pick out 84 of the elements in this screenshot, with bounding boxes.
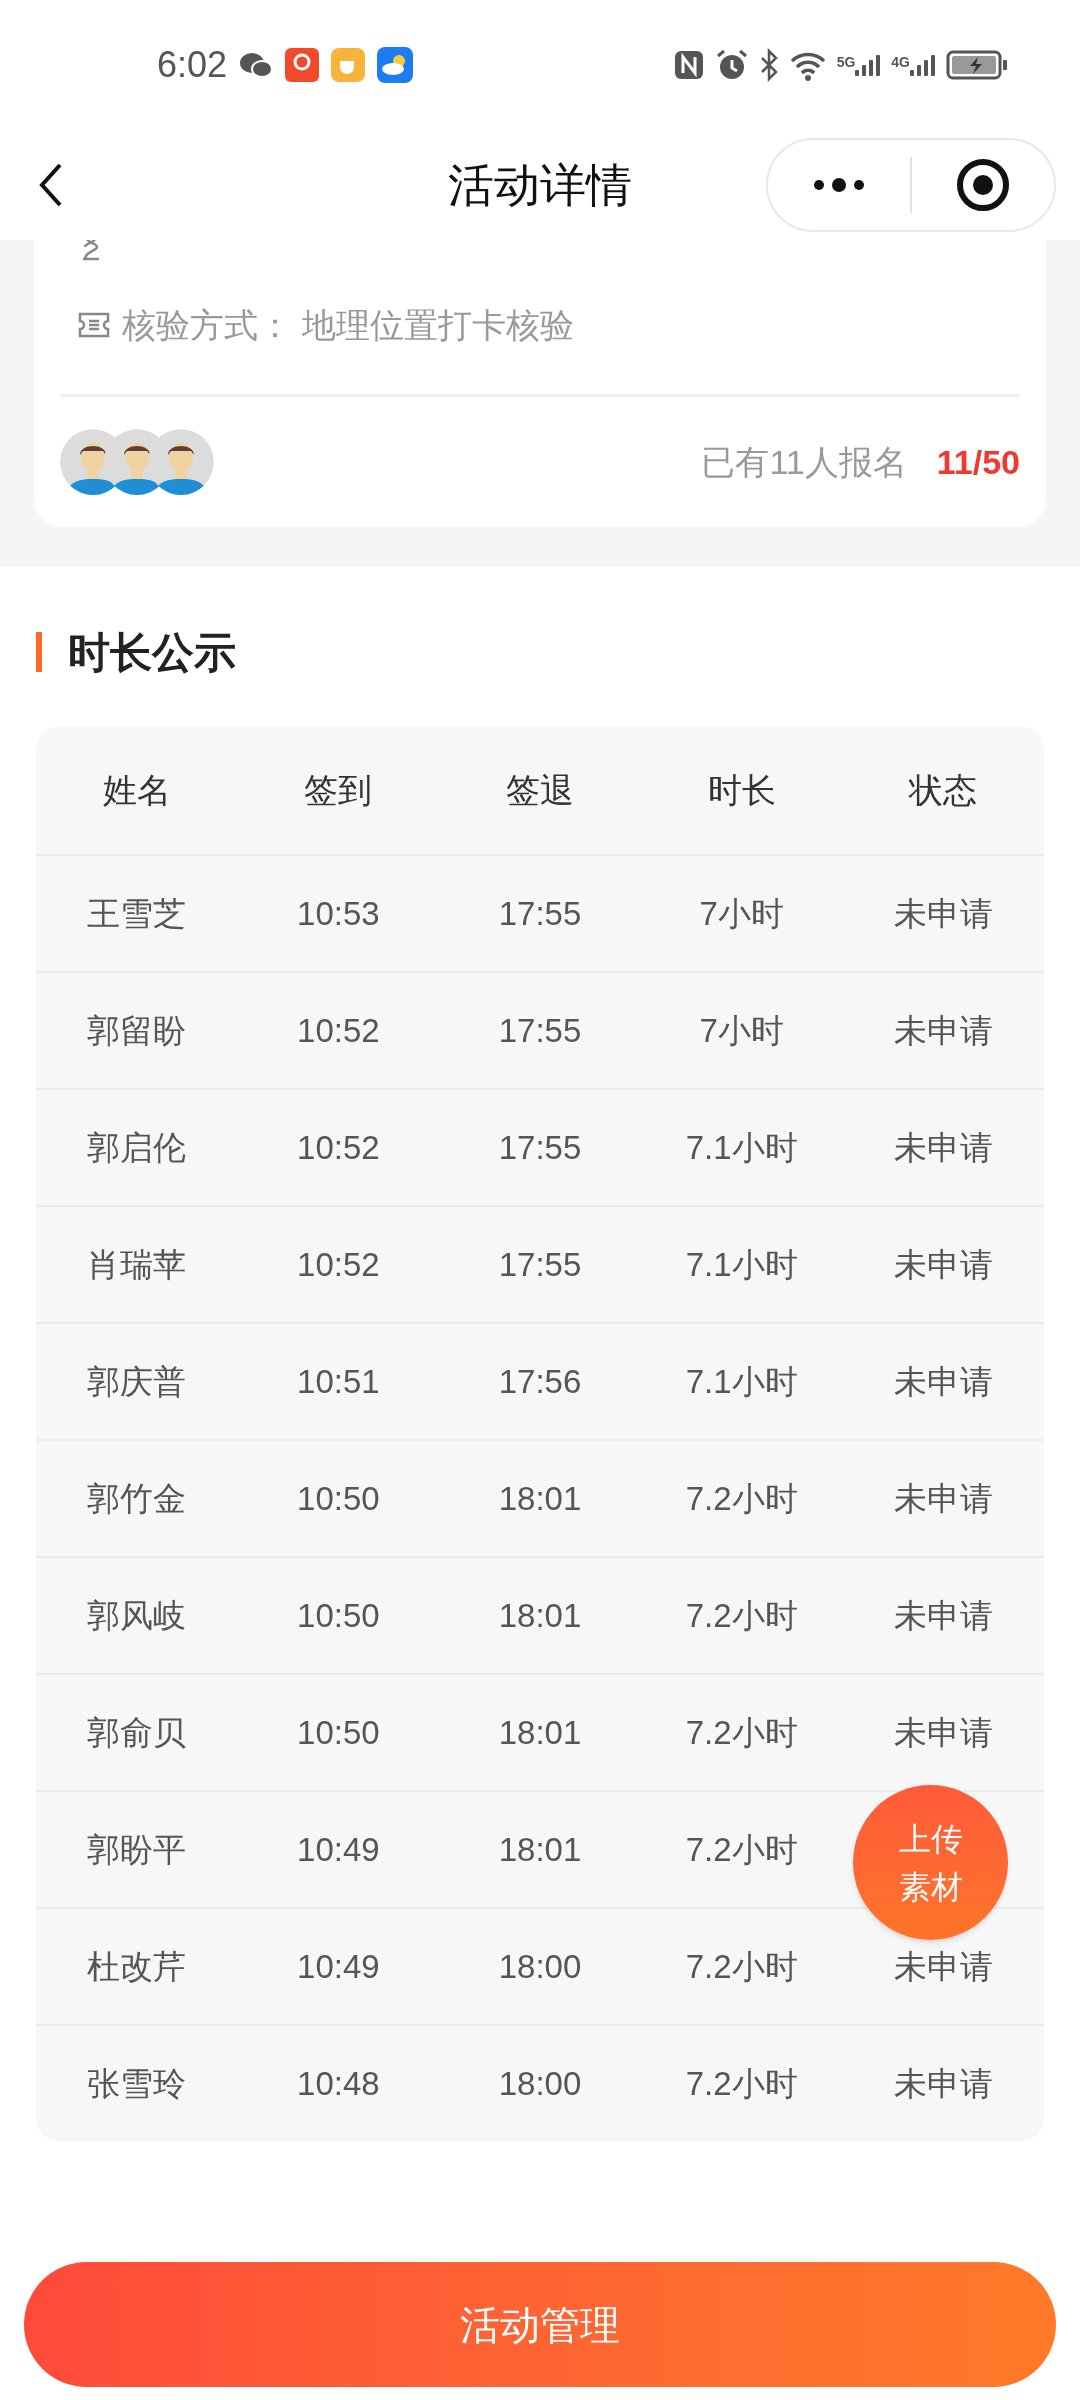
table-cell-text: 郭俞贝	[86, 1712, 188, 1753]
section-marker	[36, 632, 42, 672]
table-cell-text: 17:55	[497, 893, 583, 934]
table-cell-text: 未申请	[892, 1244, 994, 1285]
table-cell-text: 10:50	[296, 1712, 381, 1753]
network-label: 5G	[836, 53, 856, 72]
table-cell-text: 未申请	[892, 893, 994, 934]
signup-count: 11/50	[936, 441, 1020, 483]
activity-manage-button[interactable]: 活动管理	[24, 2262, 1056, 2387]
table-cell-text: 未申请	[892, 1712, 994, 1753]
column-header: 时长	[706, 770, 777, 811]
table-cell-text: 未申请	[892, 2063, 994, 2104]
column-header: 姓名	[101, 770, 172, 811]
table-cell-text: 郭留盼	[86, 1010, 188, 1051]
more-icon[interactable]	[811, 177, 867, 193]
alarm-icon	[714, 48, 749, 82]
table-cell-text: 18:00	[497, 2063, 583, 2104]
table-cell-text: 17:55	[497, 1127, 583, 1168]
signal-icon	[910, 52, 936, 78]
weather-icon	[377, 47, 414, 83]
signal-icon	[855, 52, 882, 78]
table-cell-text: 18:01	[497, 1712, 583, 1753]
table-cell-text: 10:52	[296, 1244, 381, 1285]
app-icon	[285, 48, 320, 82]
info-value: 地理位置打卡核验	[302, 304, 574, 346]
table-cell-text: 未申请	[892, 1010, 994, 1051]
table-cell-text: 郭启伦	[86, 1127, 188, 1168]
table-cell-text: 7.1小时	[684, 1361, 799, 1402]
table-cell-text: 17:55	[497, 1244, 583, 1285]
table-cell-text: 郭风岐	[86, 1595, 188, 1636]
battery-icon	[946, 49, 1008, 81]
table-cell-text: 10:48	[296, 2063, 381, 2104]
status-time: 6:02	[157, 43, 228, 87]
table-cell-text: 未申请	[892, 1127, 994, 1168]
table-cell-text: 7小时	[698, 893, 785, 934]
table-cell-text: 7.2小时	[684, 1712, 799, 1753]
table-cell-text: 7小时	[698, 1010, 785, 1051]
table-cell-text: 7.1小时	[684, 1244, 799, 1285]
table-cell-text: 10:50	[296, 1478, 381, 1519]
table-cell-text: 10:52	[296, 1010, 381, 1051]
table-cell-text: 王雪芝	[86, 893, 188, 934]
table-cell-text: 7.2小时	[684, 1478, 799, 1519]
table-cell-text: 7.2小时	[684, 1829, 799, 1870]
table-cell-text: 肖瑞苹	[86, 1244, 188, 1285]
table-cell-text: 张雪玲	[86, 2063, 188, 2104]
table-cell-text: 10:49	[296, 1946, 381, 1987]
column-header: 签退	[505, 770, 575, 811]
table-cell-text: 7.2小时	[684, 2063, 799, 2104]
table-cell-text: 未申请	[892, 1361, 994, 1402]
table-cell-text: 7.2小时	[684, 1946, 799, 1987]
table-cell-text: 18:01	[497, 1829, 583, 1870]
table-cell-text: 17:55	[497, 1010, 583, 1051]
column-header: 签到	[303, 770, 374, 811]
table-cell-text: 未申请	[892, 1478, 994, 1519]
signup-text: 已有11人报名	[701, 441, 907, 483]
table-cell-text: 17:56	[497, 1361, 583, 1402]
capsule-menu[interactable]	[766, 138, 1056, 232]
table-cell-text: 10:51	[296, 1361, 381, 1402]
avatar-icon	[148, 429, 214, 495]
table-cell-text: 7.2小时	[684, 1595, 799, 1636]
table-cell-text: 10:50	[296, 1595, 381, 1636]
nfc-icon	[672, 49, 705, 81]
chat-icon	[239, 51, 274, 79]
section-title: 时长公示	[68, 627, 236, 678]
ticket-icon	[76, 310, 112, 340]
table-cell-text: 未申请	[892, 1946, 994, 1987]
table-cell-text: 郭竹金	[86, 1478, 188, 1519]
table-cell-text: 18:01	[497, 1478, 583, 1519]
table-cell-text: 郭盼平	[86, 1829, 188, 1870]
bluetooth-icon	[758, 48, 779, 82]
page-title: 活动详情	[448, 157, 632, 213]
column-header: 状态	[907, 770, 979, 811]
network-label: 4G	[891, 53, 910, 72]
table-cell-text: 7.1小时	[684, 1127, 799, 1168]
table-cell-text: 郭庆普	[86, 1361, 188, 1402]
table-cell-text: 18:00	[497, 1946, 583, 1987]
table-cell-text: 杜改芹	[86, 1946, 188, 1987]
table-cell-text: 18:01	[497, 1595, 583, 1636]
cup-icon	[331, 48, 366, 82]
table-cell-text: 10:49	[296, 1829, 381, 1870]
table-cell-text: 10:53	[296, 893, 381, 934]
info-label: 核验方式：	[122, 304, 292, 346]
table-cell-text: 10:52	[296, 1127, 381, 1168]
table-cell-text: 未申请	[892, 1595, 994, 1636]
